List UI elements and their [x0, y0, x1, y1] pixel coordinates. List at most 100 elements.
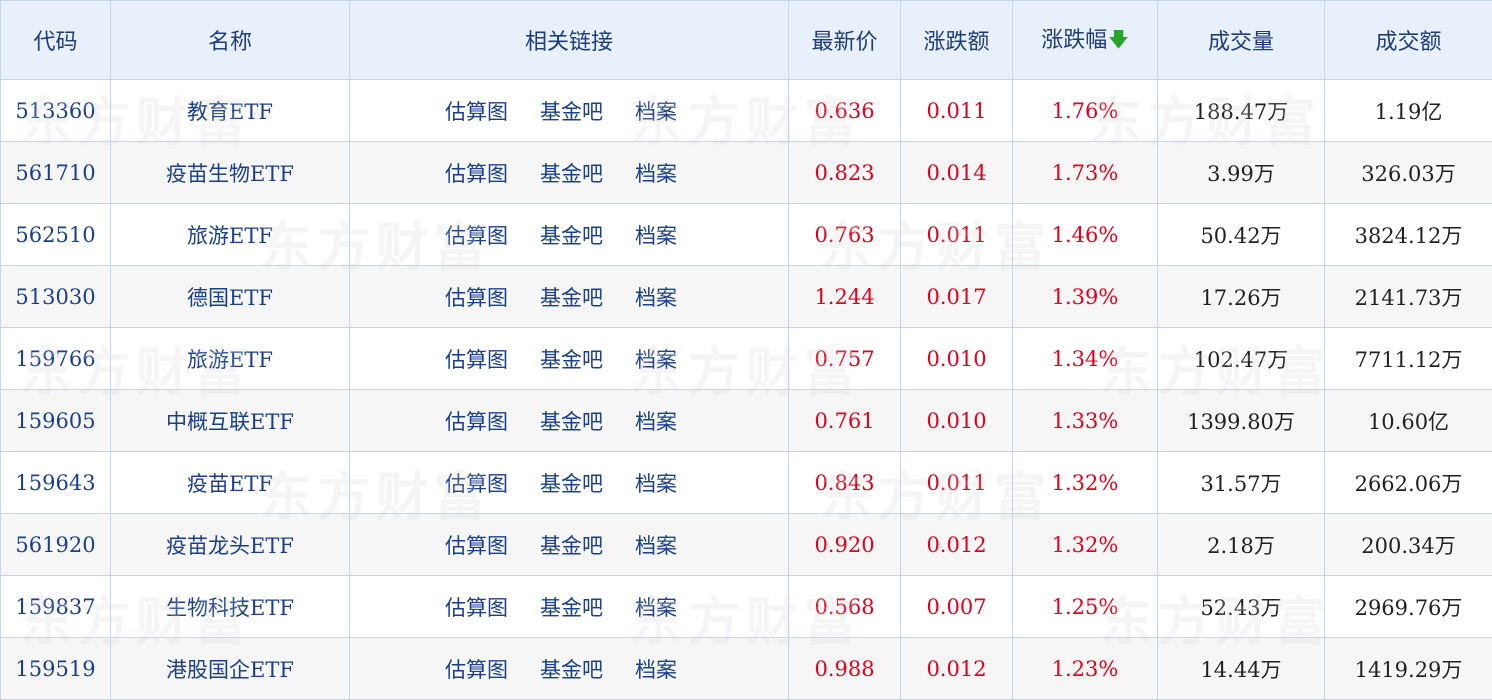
estimate-chart-link[interactable]: 估算图: [445, 344, 508, 374]
related-links-cell: 估算图 基金吧 档案: [350, 576, 789, 638]
fund-code-link[interactable]: 159643: [1, 452, 111, 514]
fund-forum-link[interactable]: 基金吧: [540, 220, 603, 250]
estimate-chart-link[interactable]: 估算图: [445, 220, 508, 250]
trade-amount: 2662.06万: [1325, 452, 1492, 514]
latest-price: 0.568: [789, 576, 901, 638]
trade-volume: 102.47万: [1158, 328, 1325, 390]
price-change: 0.011: [901, 80, 1013, 142]
estimate-chart-link[interactable]: 估算图: [445, 158, 508, 188]
column-header-code[interactable]: 代码: [1, 1, 111, 80]
fund-forum-link[interactable]: 基金吧: [540, 96, 603, 126]
trade-volume: 52.43万: [1158, 576, 1325, 638]
fund-profile-link[interactable]: 档案: [635, 654, 677, 684]
arrow-down-icon[interactable]: 🡇: [1108, 25, 1129, 59]
fund-code-link[interactable]: 561920: [1, 514, 111, 576]
fund-code-link[interactable]: 561710: [1, 142, 111, 204]
change-percent: 1.32%: [1013, 514, 1158, 576]
fund-name-link[interactable]: 中概互联ETF: [111, 390, 350, 452]
fund-code-link[interactable]: 159837: [1, 576, 111, 638]
trade-volume: 3.99万: [1158, 142, 1325, 204]
latest-price: 0.988: [789, 638, 901, 700]
estimate-chart-link[interactable]: 估算图: [445, 654, 508, 684]
column-header-amount[interactable]: 成交额: [1325, 1, 1492, 80]
fund-profile-link[interactable]: 档案: [635, 406, 677, 436]
trade-amount: 1.19亿: [1325, 80, 1492, 142]
fund-forum-link[interactable]: 基金吧: [540, 530, 603, 560]
fund-code-link[interactable]: 562510: [1, 204, 111, 266]
fund-code-link[interactable]: 159519: [1, 638, 111, 700]
fund-code-link[interactable]: 159766: [1, 328, 111, 390]
fund-code-link[interactable]: 513360: [1, 80, 111, 142]
fund-code-link[interactable]: 159605: [1, 390, 111, 452]
trade-amount: 2969.76万: [1325, 576, 1492, 638]
fund-name-link[interactable]: 疫苗龙头ETF: [111, 514, 350, 576]
fund-profile-link[interactable]: 档案: [635, 530, 677, 560]
trade-volume: 188.47万: [1158, 80, 1325, 142]
fund-name-link[interactable]: 港股国企ETF: [111, 638, 350, 700]
table-row: 159837生物科技ETF估算图基金吧档案0.5680.0071.25%52.4…: [1, 576, 1492, 638]
fund-name-link[interactable]: 旅游ETF: [111, 204, 350, 266]
trade-volume: 14.44万: [1158, 638, 1325, 700]
fund-profile-link[interactable]: 档案: [635, 282, 677, 312]
fund-forum-link[interactable]: 基金吧: [540, 468, 603, 498]
fund-forum-link[interactable]: 基金吧: [540, 592, 603, 622]
table-row: 513030德国ETF估算图基金吧档案1.2440.0171.39%17.26万…: [1, 266, 1492, 328]
trade-amount: 1419.29万: [1325, 638, 1492, 700]
estimate-chart-link[interactable]: 估算图: [445, 282, 508, 312]
related-links-cell: 估算图 基金吧 档案: [350, 204, 789, 266]
estimate-chart-link[interactable]: 估算图: [445, 406, 508, 436]
related-links-cell: 估算图 基金吧 档案: [350, 80, 789, 142]
trade-amount: 7711.12万: [1325, 328, 1492, 390]
related-links-cell: 估算图 基金吧 档案: [350, 328, 789, 390]
trade-volume: 2.18万: [1158, 514, 1325, 576]
trade-amount: 326.03万: [1325, 142, 1492, 204]
etf-ranking-table: 代码 名称 相关链接 最新价 涨跌额 涨跌幅🡇 成交量 成交额 513360教育…: [0, 0, 1492, 700]
related-links-cell: 估算图 基金吧 档案: [350, 266, 789, 328]
fund-name-link[interactable]: 德国ETF: [111, 266, 350, 328]
column-header-name[interactable]: 名称: [111, 1, 350, 80]
price-change: 0.011: [901, 452, 1013, 514]
fund-name-link[interactable]: 教育ETF: [111, 80, 350, 142]
fund-forum-link[interactable]: 基金吧: [540, 282, 603, 312]
price-change: 0.010: [901, 328, 1013, 390]
column-header-pct[interactable]: 涨跌幅🡇: [1013, 1, 1158, 80]
fund-name-link[interactable]: 疫苗生物ETF: [111, 142, 350, 204]
fund-forum-link[interactable]: 基金吧: [540, 158, 603, 188]
price-change: 0.011: [901, 204, 1013, 266]
latest-price: 0.823: [789, 142, 901, 204]
fund-name-link[interactable]: 旅游ETF: [111, 328, 350, 390]
change-percent: 1.23%: [1013, 638, 1158, 700]
fund-forum-link[interactable]: 基金吧: [540, 654, 603, 684]
fund-name-link[interactable]: 生物科技ETF: [111, 576, 350, 638]
change-percent: 1.73%: [1013, 142, 1158, 204]
fund-profile-link[interactable]: 档案: [635, 220, 677, 250]
fund-forum-link[interactable]: 基金吧: [540, 344, 603, 374]
latest-price: 0.757: [789, 328, 901, 390]
column-header-price[interactable]: 最新价: [789, 1, 901, 80]
fund-profile-link[interactable]: 档案: [635, 344, 677, 374]
price-change: 0.012: [901, 638, 1013, 700]
column-header-change[interactable]: 涨跌额: [901, 1, 1013, 80]
change-percent: 1.25%: [1013, 576, 1158, 638]
fund-profile-link[interactable]: 档案: [635, 592, 677, 622]
change-percent: 1.39%: [1013, 266, 1158, 328]
column-header-volume[interactable]: 成交量: [1158, 1, 1325, 80]
estimate-chart-link[interactable]: 估算图: [445, 96, 508, 126]
estimate-chart-link[interactable]: 估算图: [445, 530, 508, 560]
fund-name-link[interactable]: 疫苗ETF: [111, 452, 350, 514]
trade-amount: 3824.12万: [1325, 204, 1492, 266]
related-links-cell: 估算图 基金吧 档案: [350, 514, 789, 576]
estimate-chart-link[interactable]: 估算图: [445, 468, 508, 498]
fund-forum-link[interactable]: 基金吧: [540, 406, 603, 436]
column-header-pct-label: 涨跌幅: [1041, 28, 1107, 53]
trade-volume: 1399.80万: [1158, 390, 1325, 452]
fund-profile-link[interactable]: 档案: [635, 158, 677, 188]
trade-volume: 31.57万: [1158, 452, 1325, 514]
related-links-cell: 估算图 基金吧 档案: [350, 390, 789, 452]
fund-profile-link[interactable]: 档案: [635, 96, 677, 126]
estimate-chart-link[interactable]: 估算图: [445, 592, 508, 622]
fund-code-link[interactable]: 513030: [1, 266, 111, 328]
trade-volume: 50.42万: [1158, 204, 1325, 266]
table-header: 代码 名称 相关链接 最新价 涨跌额 涨跌幅🡇 成交量 成交额: [1, 1, 1492, 80]
fund-profile-link[interactable]: 档案: [635, 468, 677, 498]
